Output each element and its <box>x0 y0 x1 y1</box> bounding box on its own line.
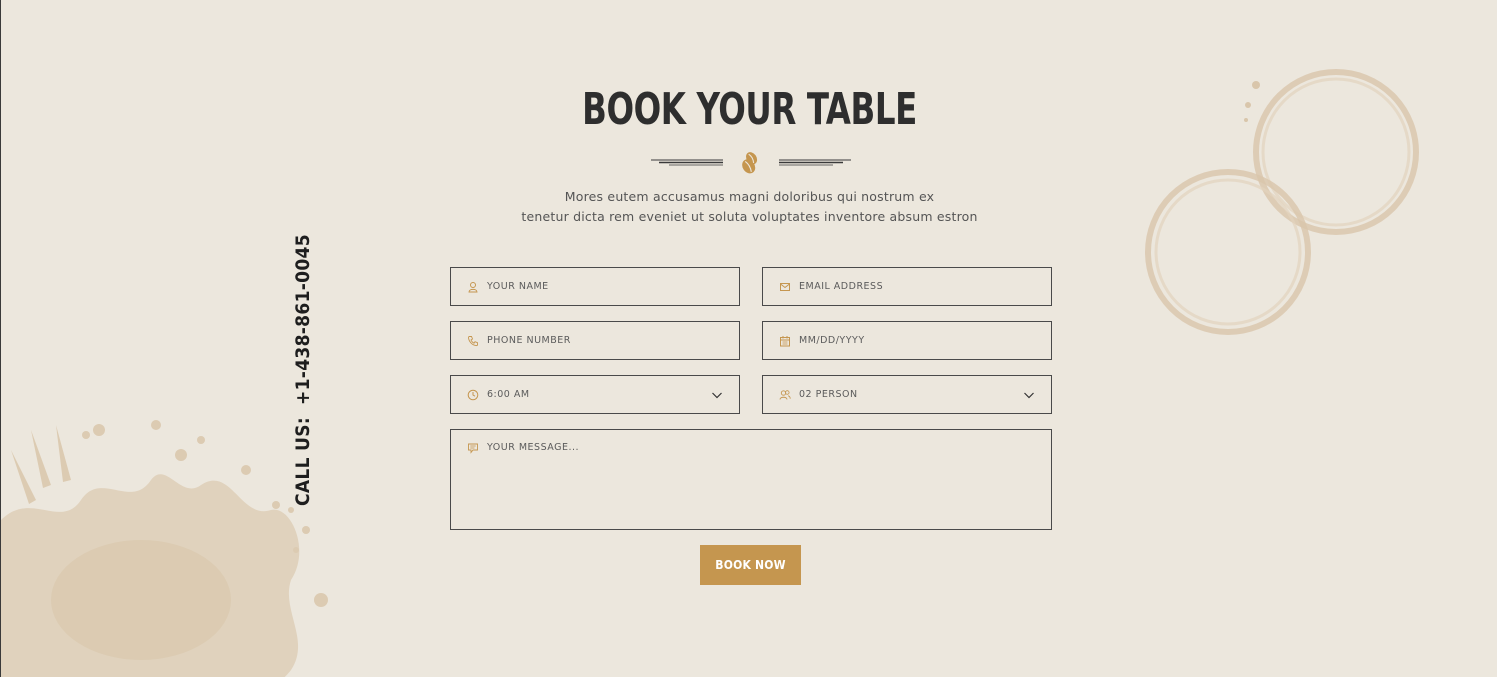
phone-icon <box>467 335 479 347</box>
booking-section: CALL US:+1-438-861-0045 BOOK YOUR TABLE … <box>0 0 1497 677</box>
users-icon <box>779 389 791 401</box>
time-select[interactable]: 6:00 AM <box>450 375 740 414</box>
message-icon <box>467 442 479 454</box>
time-value: 6:00 AM <box>487 389 530 400</box>
divider-right-lines <box>779 159 851 166</box>
persons-value: 02 PERSON <box>799 389 858 400</box>
page-title: BOOK YOUR TABLE <box>582 84 917 135</box>
name-field[interactable]: YOUR NAME <box>450 267 740 306</box>
message-placeholder: YOUR MESSAGE... <box>487 442 580 453</box>
calendar-icon <box>779 335 791 347</box>
chevron-down-icon <box>1024 392 1034 399</box>
user-icon <box>467 281 479 293</box>
book-now-button[interactable]: BOOK NOW <box>700 545 801 585</box>
date-placeholder: MM/DD/YYYY <box>799 335 865 346</box>
title-divider <box>651 152 851 174</box>
call-us-label: CALL US: <box>292 417 314 506</box>
coffee-bean-icon <box>742 152 758 174</box>
coffee-splash-decoration <box>1 420 328 677</box>
name-placeholder: YOUR NAME <box>487 281 549 292</box>
subtitle-line-2: tenetur dicta rem eveniet ut soluta volu… <box>521 209 978 224</box>
phone-field[interactable]: PHONE NUMBER <box>450 321 740 360</box>
call-us-phone[interactable]: +1-438-861-0045 <box>292 234 314 405</box>
envelope-icon <box>779 281 791 293</box>
clock-icon <box>467 389 479 401</box>
call-us-text: CALL US: +1-438-861-0045 <box>292 234 314 506</box>
email-placeholder: EMAIL ADDRESS <box>799 281 884 292</box>
chevron-down-icon <box>712 392 722 399</box>
date-field[interactable]: MM/DD/YYYY <box>762 321 1052 360</box>
subtitle-line-1: Mores eutem accusamus magni doloribus qu… <box>564 189 935 204</box>
message-field[interactable]: YOUR MESSAGE... <box>450 429 1052 530</box>
divider-left-lines <box>651 159 723 166</box>
email-field[interactable]: EMAIL ADDRESS <box>762 267 1052 306</box>
subtitle: Mores eutem accusamus magni doloribus qu… <box>1 187 1497 227</box>
persons-select[interactable]: 02 PERSON <box>762 375 1052 414</box>
phone-placeholder: PHONE NUMBER <box>487 335 571 346</box>
